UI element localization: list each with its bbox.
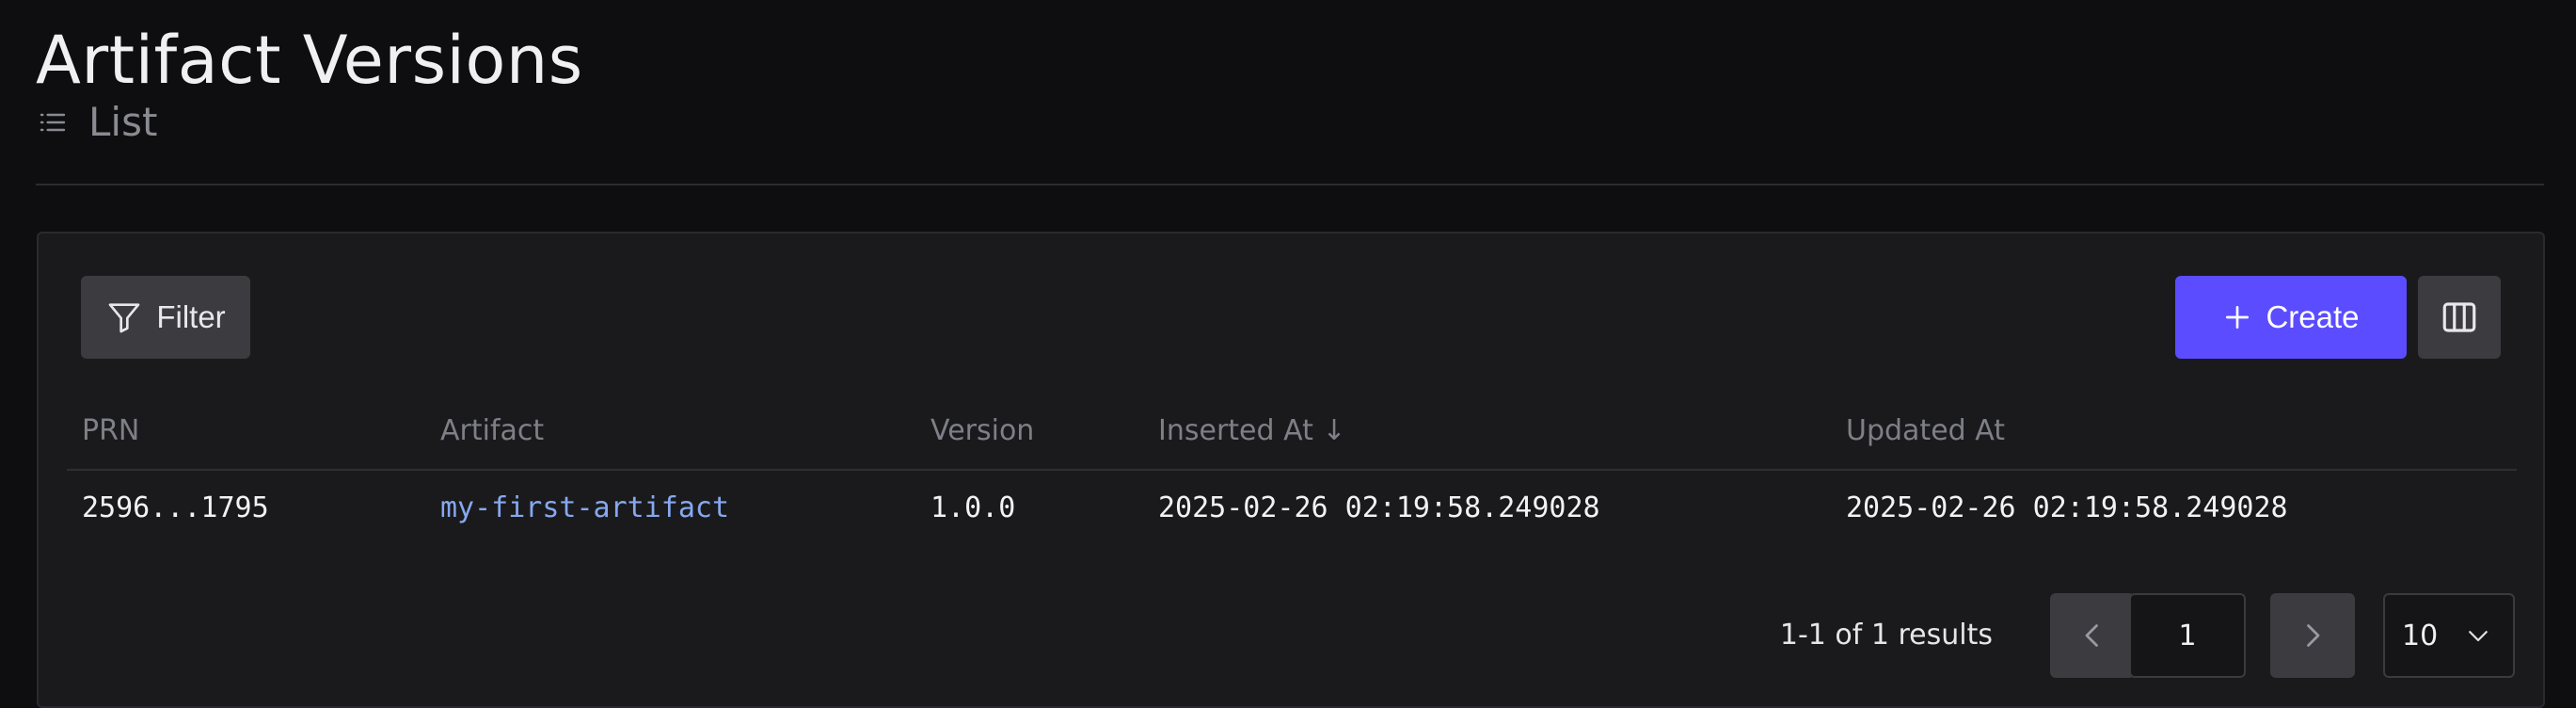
columns-icon — [2442, 302, 2476, 332]
page-subtitle: List — [88, 99, 158, 145]
versions-table: PRN Artifact Version Inserted At ↓ Updat… — [67, 392, 2517, 546]
column-header-prn[interactable]: PRN — [82, 392, 139, 471]
column-header-updated-at[interactable]: Updated At — [1846, 392, 2005, 471]
page-header: Artifact Versions List — [36, 21, 2540, 149]
create-button[interactable]: Create — [2175, 276, 2407, 359]
columns-button[interactable] — [2418, 276, 2501, 359]
cell-version: 1.0.0 — [930, 491, 1016, 524]
list-icon — [40, 113, 66, 132]
filter-button[interactable]: Filter — [81, 276, 250, 359]
page-number-input[interactable]: 1 — [2129, 593, 2246, 678]
chevron-down-icon — [2469, 631, 2488, 642]
column-header-artifact[interactable]: Artifact — [440, 392, 544, 471]
next-page-button[interactable] — [2270, 593, 2355, 678]
sort-desc-icon: ↓ — [1322, 414, 1346, 447]
list-card: Filter Create PRN Artifact Version Inser… — [37, 232, 2545, 708]
chevron-left-icon — [2085, 624, 2098, 647]
create-label: Create — [2266, 299, 2360, 334]
plus-icon — [2226, 306, 2250, 329]
per-page-value: 10 — [2402, 619, 2439, 652]
page-title: Artifact Versions — [36, 22, 583, 99]
cell-updated-at: 2025-02-26 02:19:58.249028 — [1846, 491, 2288, 524]
cell-inserted-at: 2025-02-26 02:19:58.249028 — [1158, 491, 1600, 524]
column-header-inserted-at-label: Inserted At — [1158, 414, 1313, 447]
column-header-version[interactable]: Version — [930, 392, 1034, 471]
toolbar: Filter Create — [81, 276, 2501, 359]
cell-prn: 2596...1795 — [82, 491, 269, 524]
breadcrumb: List — [36, 96, 2540, 149]
funnel-icon — [108, 303, 140, 333]
table-header: PRN Artifact Version Inserted At ↓ Updat… — [67, 392, 2517, 471]
header-divider — [36, 184, 2544, 185]
chevron-right-icon — [2307, 624, 2320, 647]
results-summary: 1-1 of 1 results — [1779, 619, 1993, 652]
cell-artifact-link[interactable]: my-first-artifact — [440, 471, 729, 546]
previous-page-button[interactable] — [2050, 593, 2135, 678]
table-row[interactable]: 2596...1795 my-first-artifact 1.0.0 2025… — [67, 471, 2517, 546]
filter-label: Filter — [156, 299, 226, 334]
column-header-inserted-at[interactable]: Inserted At ↓ — [1158, 392, 1346, 471]
per-page-select[interactable]: 10 — [2383, 593, 2515, 678]
